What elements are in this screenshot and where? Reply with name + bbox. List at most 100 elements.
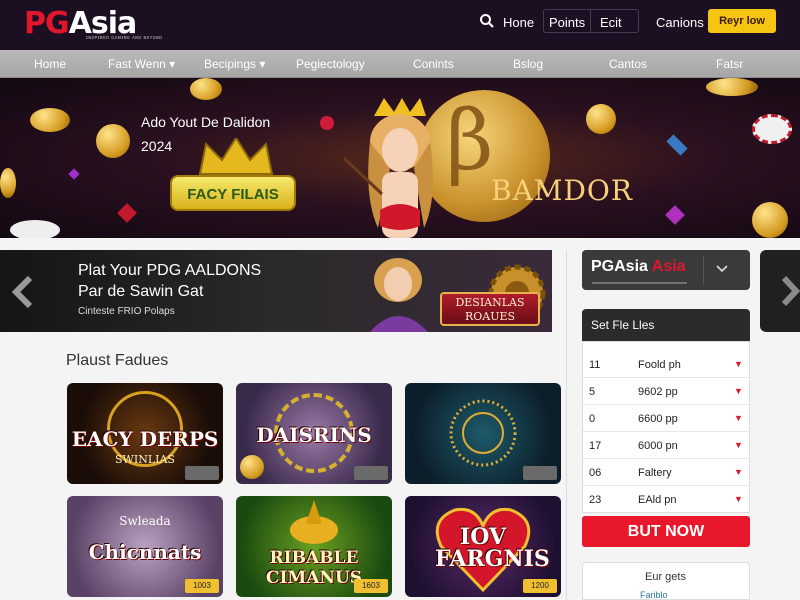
widget-title: Eur gets [645,571,686,583]
buy-now-button[interactable]: BUT NOW [582,516,750,547]
nav-item-cantos[interactable]: Cantos [609,57,647,71]
coin-decor [30,108,70,132]
nav-item-becipings[interactable]: Becipings ▾ [204,57,265,71]
poker-chip-icon [752,114,792,144]
nav-item-pegiectology[interactable]: Pegiectology [296,57,365,71]
games-section-title: Plaust Fadues [66,352,169,369]
promo-sign-line1: DESIANLAS [455,296,525,309]
column-divider [566,250,567,600]
promo-sign-line2: ROAUES [464,310,516,323]
game-tag [354,466,388,480]
game-tag [523,466,557,480]
list-item[interactable]: 17 6000 pn ▼ [583,432,749,459]
nav-item-fatsr[interactable]: Fatsr [716,57,743,71]
list-item[interactable]: 11 Foold ph ▼ [583,351,749,378]
play-now-button[interactable]: Reyr low [708,9,776,33]
sidebar-list-header: Set Fle Lles [582,309,750,341]
list-item[interactable]: 23 EAld pn ▼ [583,486,749,513]
row-label: 9602 pp [638,386,678,398]
coin-decor [586,104,616,134]
gem-decor [666,134,688,156]
game-tile[interactable]: Swleada Chicnnats 1003 [67,496,223,597]
row-label: 6000 pn [638,440,678,452]
caret-down-icon[interactable]: ▼ [734,386,743,396]
caret-down-icon[interactable]: ▼ [734,359,743,369]
promo-character-illustration [370,258,428,332]
game-tag: 1003 [185,579,219,593]
logo-pg-text: PG [24,6,70,41]
sidebar-logo-pg: PG [591,258,615,275]
hero-banner[interactable]: β Ado Yout De Dalidon 2024 FACY FILAIS B… [0,78,800,238]
row-number: 23 [589,494,602,506]
game-tile[interactable]: IOV FARGNIS 1200 [405,496,561,597]
gem-decor [117,203,137,223]
caret-down-icon[interactable]: ▼ [734,440,743,450]
game-title: EACY DERPS [71,427,219,451]
sidebar-list: 11 Foold ph ▼ 5 9602 pp ▼ 0 6600 pp ▼ 17 6000 p… [582,341,750,513]
list-item[interactable]: 0 6600 pp ▼ [583,405,749,432]
coin-decor [0,168,16,198]
game-title: DAISRINS [256,423,372,447]
caret-down-icon[interactable]: ▼ [734,413,743,423]
sidebar-logo-asia: Asia [614,258,648,275]
logo-tagline: ɪɴsᴘɪʀᴇᴅ ɢᴀᴍɪɴɢ ᴀɴᴅ ʙᴇʏᴏɴᴅ [86,35,163,41]
row-number: 0 [589,413,596,425]
hero-character-illustration [344,98,433,238]
row-label: Faltery [638,467,672,479]
caret-down-icon[interactable]: ▼ [734,467,743,477]
promo-subtitle: Cinteste FRIO Polaps [78,306,175,317]
search-icon[interactable] [479,13,495,29]
coin-decor [706,78,758,96]
hero-badge[interactable]: FACY FILAIS [170,175,296,211]
hero-headline: Ado Yout De Dalidon [141,114,271,130]
row-number: 17 [589,440,602,452]
row-label: Foold ph [638,359,681,371]
game-tag: 1603 [354,579,388,593]
hero-year: 2024 [141,138,173,154]
game-title: IOV FARGNIS [435,524,550,572]
row-label: 6600 pp [638,413,678,425]
golden-dome-icon [290,500,338,544]
sidebar-logo-underline [592,282,687,284]
row-number: 11 [589,359,601,371]
widget-link[interactable]: Fariblo [640,590,668,600]
promo-sign[interactable]: DESIANLAS ROAUES [440,292,540,326]
carousel-next-button[interactable] [760,250,800,332]
chevron-right-icon[interactable] [780,274,800,308]
nav-item-conints[interactable]: Conints [413,57,454,71]
sidebar-logo: PGAsia Asia [591,258,686,276]
chevron-left-icon[interactable] [10,274,36,310]
row-number: 5 [589,386,596,398]
header-link-home[interactable]: Hone [503,15,534,30]
nav-item-bslog[interactable]: Bslog [513,57,543,71]
list-item[interactable]: 5 9602 pp ▼ [583,378,749,405]
caret-down-icon[interactable]: ▼ [734,494,743,504]
sidebar-dropdown-divider [703,256,704,284]
crown-icon [198,138,274,175]
game-tile[interactable] [405,383,561,484]
header-link-canions[interactable]: Canions [656,15,704,30]
game-subtitle: Swleada [119,514,171,528]
header-link-points[interactable]: Points [549,15,585,30]
header-link-edit[interactable]: Ecit [600,15,622,30]
gem-decor [68,168,80,180]
row-number: 06 [589,467,602,479]
list-item[interactable]: 06 Faltery ▼ [583,459,749,486]
coin-decor [240,455,264,479]
sun-dial-icon [449,399,517,467]
nav-item-home[interactable]: Home [34,57,66,71]
coin-decor [96,124,130,158]
chevron-down-icon[interactable] [715,263,729,275]
nav-item-fast-wenn[interactable]: Fast Wenn ▾ [108,57,175,71]
hero-brand-text: BAMDOR [491,174,633,207]
dice-icon [10,220,60,238]
game-tag [185,466,219,480]
coin-decor [752,202,788,238]
game-tile[interactable]: DAISRINS [236,383,392,484]
sidebar-logo-asia-red: Asia [651,258,686,275]
game-subtitle: SWINLIAS [115,453,175,466]
game-tile[interactable]: EACY DERPS SWINLIAS [67,383,223,484]
game-tile[interactable]: RIBABLE CIMANUS 1603 [236,496,392,597]
game-tag: 1200 [523,579,557,593]
game-title: Chicnnats [88,540,202,564]
